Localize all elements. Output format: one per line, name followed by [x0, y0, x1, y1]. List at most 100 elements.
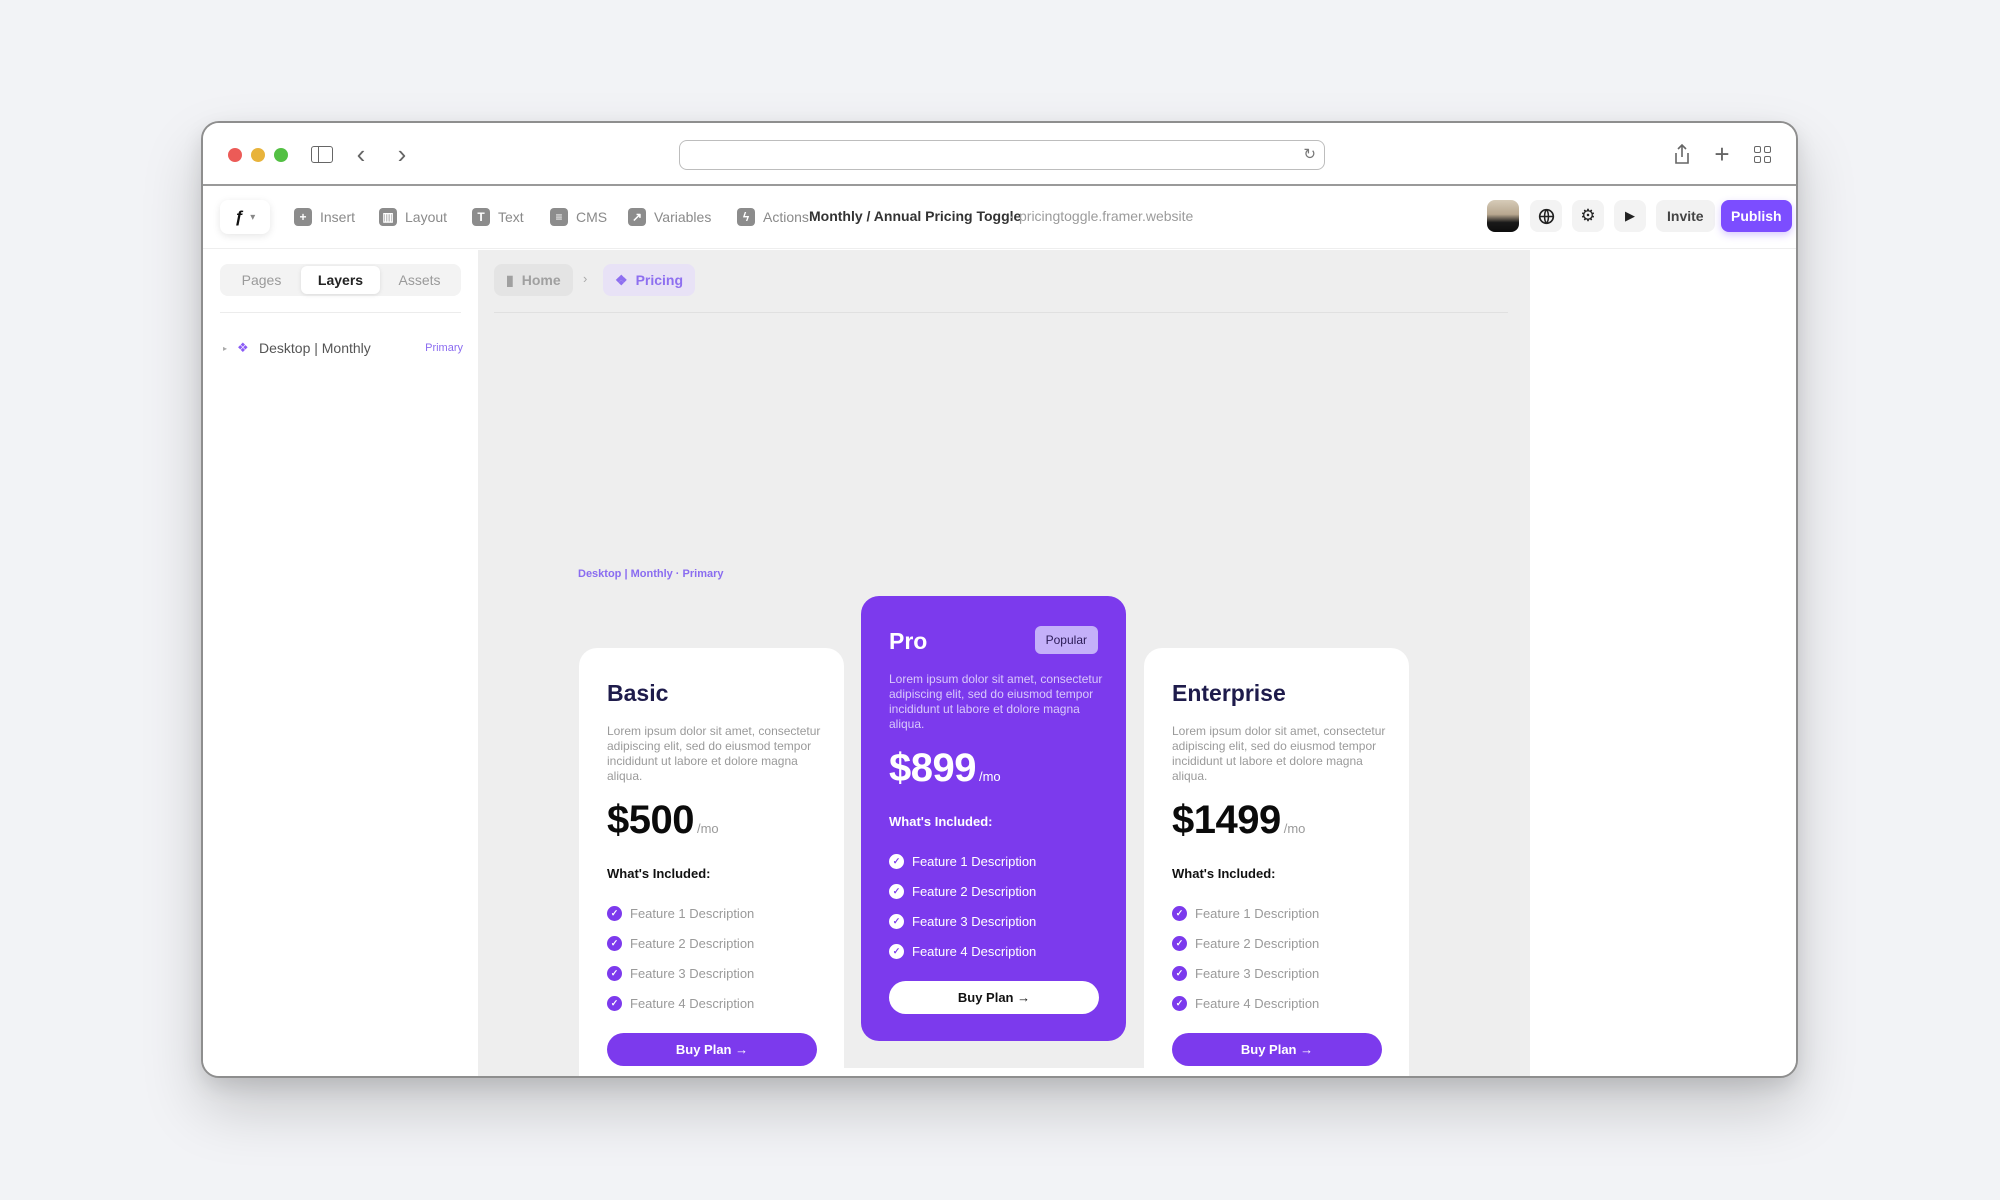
included-heading: What's Included:: [889, 814, 993, 829]
plan-name: Pro: [889, 628, 928, 654]
page-icon: ▮: [506, 271, 514, 288]
check-icon: ✓: [607, 935, 622, 951]
layer-item[interactable]: ▸ ❖ Desktop | Monthly Primary: [223, 338, 463, 358]
component-icon: ❖: [615, 271, 628, 288]
chevron-down-icon: ▾: [250, 211, 256, 223]
feature-text: Feature 3 Description: [630, 965, 755, 981]
plan-price: $899 /mo: [889, 746, 1001, 791]
variables-icon: ↗: [628, 208, 646, 226]
layout-label: Layout: [405, 209, 448, 225]
check-icon: ✓: [1172, 965, 1187, 981]
variables-label: Variables: [654, 209, 712, 225]
tab-overview-icon[interactable]: [1751, 140, 1773, 168]
text-button[interactable]: T Text: [472, 204, 524, 230]
variables-button[interactable]: ↗ Variables: [628, 204, 711, 230]
feature-item: ✓ Feature 3 Description: [1172, 958, 1319, 988]
plan-price: $500 /mo: [607, 798, 719, 843]
feature-list: ✓ Feature 1 Description ✓ Feature 2 Descri…: [607, 898, 754, 1018]
layer-tag: Primary: [425, 342, 463, 354]
feature-text: Feature 3 Description: [1195, 965, 1320, 981]
feature-item: ✓ Feature 4 Description: [1172, 988, 1319, 1018]
actions-label: Actions: [763, 209, 809, 225]
included-heading: What's Included:: [607, 866, 711, 881]
feature-text: Feature 1 Description: [630, 905, 755, 921]
feature-text: Feature 3 Description: [912, 913, 1037, 929]
play-icon[interactable]: ▶: [1614, 200, 1646, 232]
breadcrumb-home[interactable]: ▮ Home: [494, 264, 573, 296]
cms-button[interactable]: ≡ CMS: [550, 204, 607, 230]
actions-button[interactable]: ϟ Actions: [737, 204, 809, 230]
framer-menu-button[interactable]: ƒ ▾: [220, 200, 270, 234]
sidebar-toggle-icon[interactable]: [310, 140, 334, 168]
layout-icon: ▥: [379, 208, 397, 226]
feature-item: ✓ Feature 1 Description: [607, 898, 754, 928]
feature-list: ✓ Feature 1 Description ✓ Feature 2 Descri…: [1172, 898, 1319, 1018]
close-window-button[interactable]: [228, 148, 242, 162]
insert-label: Insert: [320, 209, 356, 225]
buy-plan-button[interactable]: Buy Plan →: [1172, 1033, 1382, 1066]
browser-window: ‹ › ↻ + ƒ ▾ + Insert ▥ Layout T Text ≡ C…: [201, 121, 1798, 1078]
pricing-card-basic[interactable]: Basic Lorem ipsum dolor sit amet, consec…: [579, 648, 844, 1076]
feature-text: Feature 4 Description: [630, 995, 755, 1011]
project-url[interactable]: pricingtoggle.framer.website: [1019, 208, 1193, 224]
plan-description: Lorem ipsum dolor sit amet, consectetur …: [889, 672, 1103, 731]
feature-text: Feature 1 Description: [1195, 905, 1320, 921]
forward-icon[interactable]: ›: [392, 139, 412, 169]
plus-icon: +: [294, 208, 312, 226]
breadcrumb-pricing[interactable]: ❖ Pricing: [603, 264, 696, 296]
tab-pages[interactable]: Pages: [222, 266, 301, 294]
buy-plan-button[interactable]: Buy Plan →: [889, 981, 1099, 1014]
canvas[interactable]: ▮ Home › ❖ Pricing Desktop | Monthly · P…: [478, 250, 1530, 1076]
check-icon: ✓: [889, 853, 904, 869]
price-period: /mo: [978, 769, 1001, 784]
new-tab-icon[interactable]: +: [1711, 139, 1733, 169]
plan-price: $1499 /mo: [1172, 798, 1305, 843]
minimize-window-button[interactable]: [251, 148, 265, 162]
feature-text: Feature 2 Description: [912, 883, 1037, 899]
publish-button[interactable]: Publish: [1721, 200, 1792, 232]
pricing-card-pro[interactable]: Pro Popular Lorem ipsum dolor sit amet, …: [861, 596, 1126, 1041]
feature-item: ✓ Feature 2 Description: [1172, 928, 1319, 958]
popular-badge: Popular: [1034, 626, 1098, 654]
expand-caret-icon[interactable]: ▸: [223, 344, 237, 353]
feature-item: ✓ Feature 3 Description: [607, 958, 754, 988]
invite-button[interactable]: Invite: [1656, 200, 1715, 232]
title-separator: ·: [1009, 208, 1014, 224]
layer-name: Desktop | Monthly: [259, 340, 371, 356]
maximize-window-button[interactable]: [274, 148, 288, 162]
address-bar[interactable]: ↻: [679, 140, 1325, 170]
insert-button[interactable]: + Insert: [294, 204, 355, 230]
component-icon: ❖: [237, 340, 249, 355]
avatar[interactable]: [1487, 200, 1519, 232]
layout-button[interactable]: ▥ Layout: [379, 204, 447, 230]
plan-description: Lorem ipsum dolor sit amet, consectetur …: [607, 724, 821, 783]
cms-label: CMS: [576, 209, 608, 225]
feature-list: ✓ Feature 1 Description ✓ Feature 2 Descri…: [889, 846, 1036, 966]
breadcrumb-chevron-icon: ›: [583, 271, 588, 286]
tab-assets[interactable]: Assets: [380, 266, 459, 294]
globe-icon[interactable]: [1530, 200, 1562, 232]
price-period: /mo: [696, 821, 719, 836]
reload-icon[interactable]: ↻: [1303, 145, 1316, 163]
feature-text: Feature 4 Description: [912, 943, 1037, 959]
feature-item: ✓ Feature 2 Description: [889, 876, 1036, 906]
panel-tabs: Pages Layers Assets: [220, 264, 461, 296]
feature-item: ✓ Feature 2 Description: [607, 928, 754, 958]
back-icon[interactable]: ‹: [351, 139, 371, 169]
next-frame-preview[interactable]: [817, 1068, 1197, 1076]
tab-layers[interactable]: Layers: [301, 266, 380, 294]
feature-item: ✓ Feature 1 Description: [889, 846, 1036, 876]
gear-icon[interactable]: ⚙: [1572, 200, 1604, 232]
properties-panel: [1530, 250, 1796, 1076]
share-icon[interactable]: [1671, 140, 1693, 168]
frame-label[interactable]: Desktop | Monthly · Primary: [578, 568, 724, 580]
price-amount: $500: [607, 798, 694, 842]
feature-item: ✓ Feature 4 Description: [607, 988, 754, 1018]
pricing-card-enterprise[interactable]: Enterprise Lorem ipsum dolor sit amet, c…: [1144, 648, 1409, 1076]
database-icon: ≡: [550, 208, 568, 226]
buy-plan-button[interactable]: Buy Plan →: [607, 1033, 817, 1066]
included-heading: What's Included:: [1172, 866, 1276, 881]
text-icon: T: [472, 208, 490, 226]
framer-logo-icon: ƒ: [234, 207, 245, 226]
framer-toolbar: ƒ ▾ + Insert ▥ Layout T Text ≡ CMS ↗ Var…: [203, 186, 1796, 249]
